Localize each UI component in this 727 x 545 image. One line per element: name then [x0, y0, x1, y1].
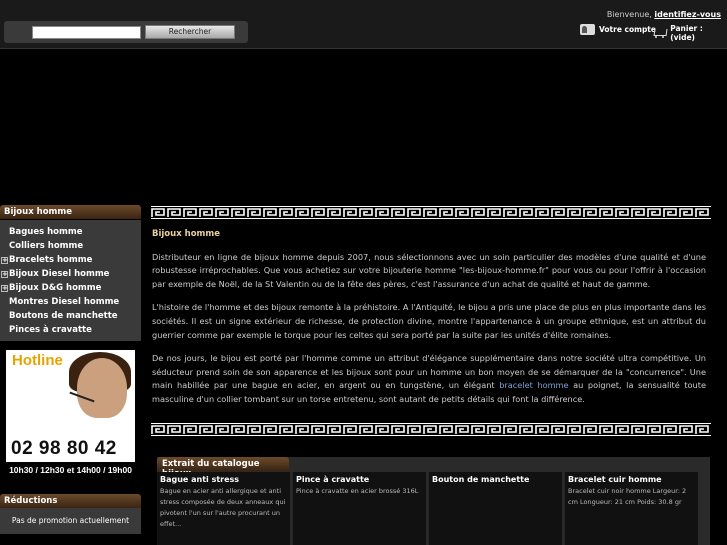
greek-key-pattern — [151, 207, 711, 218]
page-title: Bijoux homme — [152, 229, 221, 239]
site-header: Rechercher Bienvenue, identifiez-vous Vo… — [0, 0, 727, 49]
expand-icon[interactable]: + — [1, 270, 8, 278]
catalogue-section: Extrait du catalogue bijoux Bague anti s… — [157, 457, 710, 545]
reductions-text: Pas de promotion actuellement — [0, 508, 141, 534]
hotline-title: Hotline — [12, 352, 63, 369]
bracelet-homme-link[interactable]: bracelet homme — [499, 380, 568, 390]
menu-item-label: Boutons de manchette — [9, 311, 118, 321]
reductions-title: Réductions — [0, 494, 141, 508]
cart-icon — [652, 28, 666, 39]
cart-label: Panier : (vide) — [670, 24, 703, 42]
menu-title: Bijoux homme — [0, 205, 141, 219]
intro-paragraph: Distributeur en ligne de bijoux homme de… — [152, 251, 706, 289]
product-description: Bracelet cuir noir homme Largeur: 2 cm L… — [568, 487, 687, 506]
menu-item-label: Colliers homme — [9, 241, 84, 251]
greek-border-top — [151, 206, 711, 219]
menu-item-label: Bagues homme — [9, 227, 83, 237]
product-name[interactable]: Pince à cravatte — [296, 475, 423, 484]
main-content: Bijoux homme Distributeur en ligne de bi… — [152, 228, 706, 417]
welcome-text: Bienvenue, identifiez-vous — [607, 10, 721, 19]
cart-link[interactable]: Panier : (vide) — [652, 24, 727, 42]
menu-item-label: Pinces à cravatte — [9, 325, 92, 335]
menu-item-diesel[interactable]: + Bijoux Diesel homme — [0, 267, 141, 281]
product-name[interactable]: Bouton de manchette — [432, 475, 559, 484]
menu-item-bracelets[interactable]: + Bracelets homme — [0, 253, 141, 267]
greek-border-bottom — [151, 423, 711, 436]
menu-item-dg[interactable]: + Bijoux D&G homme — [0, 281, 141, 295]
menu-item-label: Bijoux D&G homme — [9, 283, 102, 293]
menu-item-label: Bijoux Diesel homme — [9, 269, 110, 279]
product-card[interactable]: Bouton de manchette — [429, 472, 562, 545]
greek-key-pattern — [151, 424, 711, 435]
hotline-operator-image — [77, 358, 127, 418]
expand-icon[interactable]: + — [1, 284, 8, 292]
menu-item-montres[interactable]: Montres Diesel homme — [0, 295, 141, 309]
product-card[interactable]: Bracelet cuir homme Bracelet cuir noir h… — [565, 472, 698, 545]
menu-item-label: Montres Diesel homme — [9, 297, 120, 307]
hotline-banner[interactable]: Hotline 02 98 80 42 97 10h30 / 12h30 et … — [6, 350, 135, 479]
search-button[interactable]: Rechercher — [145, 25, 235, 39]
history-paragraph: L'histoire de l'homme et des bijoux remo… — [152, 302, 706, 340]
product-card[interactable]: Bague anti stress Bague en acier anti al… — [157, 472, 290, 545]
catalogue-list: Bague anti stress Bague en acier anti al… — [157, 472, 698, 545]
product-name[interactable]: Bracelet cuir homme — [568, 475, 695, 484]
product-name[interactable]: Bague anti stress — [160, 475, 287, 484]
account-link[interactable]: Votre compte — [580, 24, 656, 35]
menu-item-boutons[interactable]: Boutons de manchette — [0, 309, 141, 323]
hotline-hours: 10h30 / 12h30 et 14h00 / 19h00 — [6, 462, 135, 479]
expand-icon[interactable]: + — [1, 256, 8, 264]
search-input[interactable] — [32, 26, 141, 39]
modern-paragraph: De nos jours, le bijou est porté par l'h… — [152, 352, 706, 406]
product-description: Bague en acier anti allergique et anti s… — [160, 487, 286, 528]
menu-item-pinces[interactable]: Pinces à cravatte — [0, 323, 141, 337]
menu-item-label: Bracelets homme — [9, 255, 93, 265]
menu-item-colliers[interactable]: Colliers homme — [0, 239, 141, 253]
account-icon — [580, 24, 595, 35]
login-link[interactable]: identifiez-vous — [654, 10, 721, 19]
account-label: Votre compte — [599, 25, 656, 34]
catalogue-title: Extrait du catalogue bijoux — [157, 457, 289, 479]
menu-item-bagues[interactable]: Bagues homme — [0, 225, 141, 239]
product-card[interactable]: Pince à cravatte Pince à cravatte en aci… — [293, 472, 426, 545]
category-menu: Bagues homme Colliers homme + Bracelets h… — [0, 220, 141, 341]
welcome-label: Bienvenue, — [606, 10, 652, 19]
product-description: Pince à cravatte en acier brossé 316L — [296, 487, 419, 495]
